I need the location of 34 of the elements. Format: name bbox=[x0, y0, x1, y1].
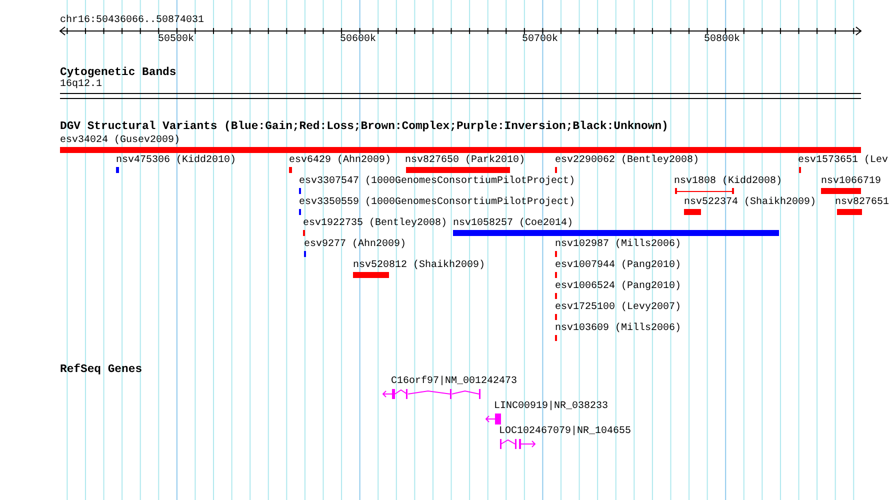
band-label: 16q12.1 bbox=[60, 79, 102, 91]
variant-label: esv6429 (Ahn2009) bbox=[289, 155, 392, 167]
variant-label: nsv827651 bbox=[835, 197, 890, 209]
gene-label: LOC102467079|NR_104655 bbox=[499, 426, 632, 438]
variant-label: esv34024 (Gusev2009) bbox=[60, 135, 180, 147]
variant-bar[interactable] bbox=[675, 188, 734, 194]
ruler-tick-label: 50500k bbox=[158, 34, 194, 46]
variant-label: esv3350559 (1000GenomesConsortiumPilotProject) bbox=[299, 197, 576, 209]
track-title: DGV Structural Variants (Blue:Gain;Red:Loss;Brown:Complex;Purple:Inversion;Black:Unknown) bbox=[60, 121, 668, 133]
variant-label: nsv1066719 bbox=[821, 176, 882, 188]
ruler-tick-label: 50600k bbox=[340, 34, 376, 46]
ruler-tick-label: 50700k bbox=[522, 34, 558, 46]
variant-label: esv1922735 (Bentley2008) bbox=[303, 218, 448, 230]
variant-label: nsv522374 (Shaikh2009) bbox=[684, 197, 816, 209]
variant-label: nsv827650 (Park2010) bbox=[405, 155, 526, 167]
variant-label: esv1006524 (Pang2010) bbox=[555, 281, 682, 293]
variant-label: nsv102987 (Mills2006) bbox=[555, 239, 682, 251]
variant-label: esv2290062 (Bentley2008) bbox=[555, 155, 700, 167]
variant-label: nsv475306 (Kidd2010) bbox=[116, 155, 236, 167]
variant-label: esv9277 (Ahn2009) bbox=[304, 239, 406, 251]
track-title: Cytogenetic Bands bbox=[60, 67, 176, 79]
variant-label: esv1007944 (Pang2010) bbox=[555, 260, 682, 272]
variant-label: nsv1808 (Kidd2008) bbox=[674, 176, 782, 188]
track-title: RefSeq Genes bbox=[60, 364, 142, 376]
gene-label: C16orf97|NM_001242473 bbox=[391, 376, 518, 388]
variant-label: esv3307547 (1000GenomesConsortiumPilotProject) bbox=[299, 176, 576, 188]
variant-label: nsv520812 (Shaikh2009) bbox=[353, 260, 486, 272]
variant-label: esv1725100 (Levy2007) bbox=[555, 302, 682, 314]
variant-label: nsv1058257 (Coe2014) bbox=[453, 218, 574, 230]
variant-label: esv1573651 (Lev bbox=[798, 155, 888, 167]
gene-label: LINC00919|NR_038233 bbox=[494, 401, 608, 413]
variant-label: nsv103609 (Mills2006) bbox=[555, 323, 682, 335]
chromosome-range: chr16:50436066..50874031 bbox=[60, 15, 204, 27]
ruler-tick-label: 50800k bbox=[704, 34, 740, 46]
